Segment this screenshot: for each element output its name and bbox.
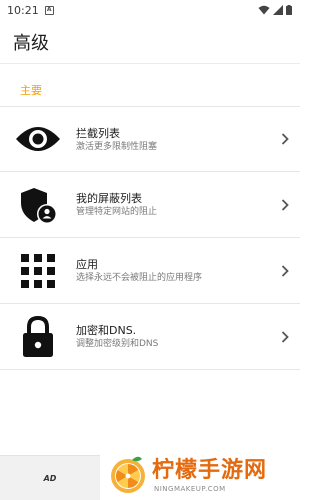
notification-app-icon: A bbox=[44, 5, 54, 15]
settings-item-my-blocklist[interactable]: 我的屏蔽列表 管理特定网站的阻止 bbox=[0, 172, 300, 238]
item-text: 拦截列表 激活更多限制性阻塞 bbox=[76, 125, 270, 154]
signal-icon bbox=[273, 5, 283, 15]
item-title: 拦截列表 bbox=[76, 126, 120, 140]
watermark: 柠檬手游网 NINGMAKEUP.COM bbox=[108, 451, 300, 500]
status-bar: 10:21 A bbox=[0, 0, 300, 20]
watermark-text: 柠檬手游网 NINGMAKEUP.COM bbox=[152, 458, 267, 494]
item-title: 应用 bbox=[76, 258, 98, 271]
watermark-url: NINGMAKEUP.COM bbox=[154, 484, 226, 493]
battery-icon bbox=[286, 5, 292, 15]
status-right bbox=[258, 5, 292, 15]
screen: 10:21 A 高级 主要 拦截列表 激活更多限制性阻塞 我的屏蔽列表 管理特定… bbox=[0, 0, 300, 500]
chevron-right-icon bbox=[270, 238, 300, 304]
item-text: 我的屏蔽列表 管理特定网站的阻止 bbox=[76, 190, 270, 219]
notification-app-icon-letter: A bbox=[46, 6, 52, 13]
eye-icon bbox=[0, 106, 76, 172]
chevron-right-icon bbox=[270, 304, 300, 370]
settings-list: 拦截列表 激活更多限制性阻塞 我的屏蔽列表 管理特定网站的阻止 应用 选择永远不… bbox=[0, 106, 300, 370]
lemon-logo-icon bbox=[111, 456, 145, 493]
ad-label: AD bbox=[43, 473, 57, 483]
wifi-icon bbox=[258, 5, 270, 15]
app-bar: 高级 bbox=[0, 20, 300, 64]
item-title: 加密和DNS. bbox=[76, 324, 137, 337]
item-subtitle: 管理特定网站的阻止 bbox=[76, 207, 158, 217]
lock-icon bbox=[0, 304, 76, 370]
settings-item-apps[interactable]: 应用 选择永远不会被阻止的应用程序 bbox=[0, 238, 300, 304]
chevron-right-icon bbox=[270, 172, 300, 238]
page-title: 高级 bbox=[13, 32, 49, 54]
settings-item-blocklists[interactable]: 拦截列表 激活更多限制性阻塞 bbox=[0, 106, 300, 172]
status-left: 10:21 A bbox=[7, 4, 54, 17]
watermark-title: 柠檬手游网 bbox=[152, 457, 268, 483]
settings-item-encryption-dns[interactable]: 加密和DNS. 调整加密级别和DNS bbox=[0, 304, 300, 370]
item-subtitle: 选择永远不会被阻止的应用程序 bbox=[76, 273, 203, 283]
ad-banner[interactable]: AD bbox=[0, 455, 100, 500]
item-title: 我的屏蔽列表 bbox=[76, 192, 142, 205]
item-subtitle: 调整加密级别和DNS bbox=[76, 339, 159, 349]
item-text: 应用 选择永远不会被阻止的应用程序 bbox=[76, 256, 270, 285]
item-text: 加密和DNS. 调整加密级别和DNS bbox=[76, 322, 270, 351]
shield-user-icon bbox=[0, 172, 76, 238]
section-header: 主要 bbox=[20, 84, 42, 97]
item-subtitle: 激活更多限制性阻塞 bbox=[76, 141, 158, 152]
apps-grid-icon bbox=[0, 238, 76, 304]
chevron-right-icon bbox=[270, 106, 300, 172]
status-time: 10:21 bbox=[7, 3, 39, 17]
